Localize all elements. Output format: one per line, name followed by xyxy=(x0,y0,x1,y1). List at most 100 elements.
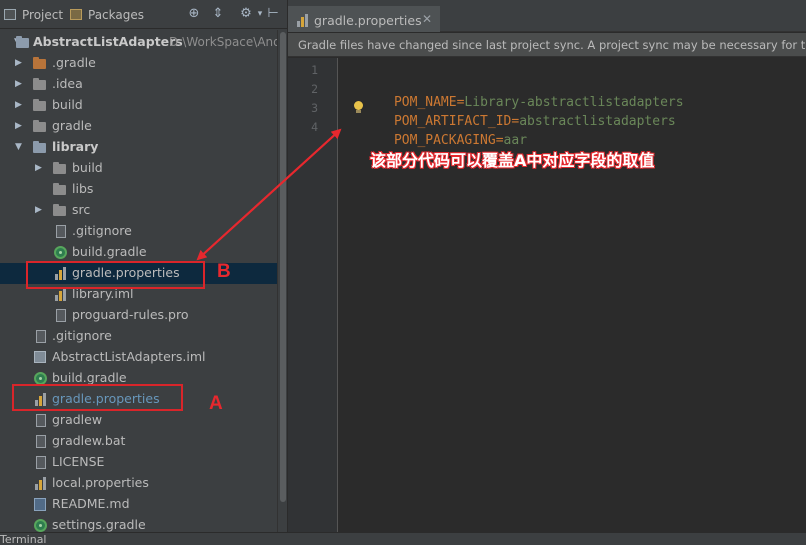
target-icon[interactable]: ⊕ xyxy=(187,7,201,21)
sync-notification-bar: Gradle files have changed since last pro… xyxy=(288,33,806,57)
text-file-icon xyxy=(36,330,46,343)
tree-item-label: .gitignore xyxy=(72,223,132,238)
editor-tab-bar: gradle.properties ✕ xyxy=(288,0,806,32)
collapsed-arrow-icon[interactable]: ▶ xyxy=(14,80,23,89)
tree-row[interactable]: ▼ library xyxy=(0,137,277,158)
packages-view-label: Packages xyxy=(88,7,144,22)
tree-row[interactable]: gradlew xyxy=(0,410,277,431)
tree-row[interactable]: LICENSE xyxy=(0,452,277,473)
tree-item-label: gradle xyxy=(52,118,92,133)
project-view-tab[interactable]: Project xyxy=(4,0,64,28)
line-number: 2 xyxy=(311,82,318,96)
tree-item-label: build xyxy=(72,160,103,175)
close-icon[interactable]: ✕ xyxy=(422,12,432,26)
tree-row[interactable]: AbstractListAdapters.iml xyxy=(0,347,277,368)
line-number: 1 xyxy=(311,63,318,77)
highlight-box-a xyxy=(12,384,183,411)
properties-file-icon xyxy=(35,477,47,490)
properties-file-icon xyxy=(55,288,67,301)
module-folder-icon xyxy=(33,141,46,153)
folder-orange-icon xyxy=(33,57,46,69)
text-file-icon xyxy=(56,225,66,238)
markdown-file-icon xyxy=(34,498,46,511)
tree-row[interactable]: ▶ gradle xyxy=(0,116,277,137)
project-toolbar: Project Packages ⊕ ⇕ ⚙ ▾ ⊢ xyxy=(0,0,287,29)
tree-root-row[interactable]: ▼ AbstractListAdapters D:\WorkSpace\Andr xyxy=(0,32,277,53)
folder-icon xyxy=(53,204,66,216)
packages-view-tab[interactable]: Packages xyxy=(70,0,144,28)
annotation-note: 该部分代码可以覆盖A中对应字段的取值 xyxy=(370,151,655,170)
folder-icon xyxy=(33,78,46,90)
line-number: 3 xyxy=(311,101,318,115)
property-value: aar xyxy=(503,133,528,148)
tree-item-label: AbstractListAdapters.iml xyxy=(52,349,206,364)
tree-row[interactable]: README.md xyxy=(0,494,277,515)
tree-item-label: .idea xyxy=(52,76,83,91)
tree-row[interactable]: .gitignore xyxy=(0,221,277,242)
tree-row[interactable]: gradlew.bat xyxy=(0,431,277,452)
project-scrollbar-thumb[interactable] xyxy=(280,32,286,502)
tree-row[interactable]: libs xyxy=(0,179,277,200)
highlight-box-b xyxy=(26,261,205,289)
editor-tab[interactable]: gradle.properties ✕ xyxy=(288,6,440,32)
collapse-icon[interactable]: ⇕ xyxy=(211,7,225,21)
tree-row[interactable]: build.gradle xyxy=(0,242,277,263)
tree-item-label: .gitignore xyxy=(52,328,112,343)
terminal-tab[interactable]: Terminal xyxy=(0,533,47,545)
lightbulb-icon[interactable] xyxy=(353,101,364,114)
collapsed-arrow-icon[interactable]: ▶ xyxy=(34,206,43,215)
text-file-icon xyxy=(56,309,66,322)
tree-row[interactable]: local.properties xyxy=(0,473,277,494)
tree-item-label: proguard-rules.pro xyxy=(72,307,189,322)
line-number: 4 xyxy=(311,120,318,134)
folder-icon xyxy=(53,183,66,195)
gradle-icon xyxy=(54,246,67,259)
folder-icon xyxy=(53,162,66,174)
collapsed-arrow-icon[interactable]: ▶ xyxy=(34,164,43,173)
property-key: POM_PACKAGING= xyxy=(393,133,504,148)
gear-icon[interactable]: ⚙ xyxy=(239,7,253,21)
tree-item-label: gradlew.bat xyxy=(52,433,126,448)
tree-row[interactable]: ▶ build xyxy=(0,95,277,116)
module-folder-icon xyxy=(16,36,29,48)
tree-item-label: LICENSE xyxy=(52,454,105,469)
collapsed-arrow-icon[interactable]: ▶ xyxy=(14,101,23,110)
expanded-arrow-icon[interactable]: ▼ xyxy=(14,143,23,152)
folder-icon xyxy=(33,99,46,111)
folder-icon xyxy=(33,120,46,132)
tree-row[interactable]: .gitignore xyxy=(0,326,277,347)
root-project-name: AbstractListAdapters xyxy=(33,34,183,49)
editor-tab-label: gradle.properties xyxy=(314,13,422,28)
tree-row[interactable]: ▶ src xyxy=(0,200,277,221)
bottom-tool-bar: Terminal xyxy=(0,532,806,545)
ide-window: Project Packages ⊕ ⇕ ⚙ ▾ ⊢ ▼ AbstractLis… xyxy=(0,0,806,545)
tree-item-label: local.properties xyxy=(52,475,149,490)
tree-item-label: build.gradle xyxy=(72,244,147,259)
tree-row[interactable]: ▶ .idea xyxy=(0,74,277,95)
tree-item-label: settings.gradle xyxy=(52,517,146,532)
text-file-icon xyxy=(36,414,46,427)
packages-icon xyxy=(70,9,82,20)
dropdown-icon[interactable]: ▾ xyxy=(253,7,267,21)
text-file-icon xyxy=(36,435,46,448)
tree-row[interactable]: proguard-rules.pro xyxy=(0,305,277,326)
tree-row[interactable]: ▶ build xyxy=(0,158,277,179)
annotation-label-a: A xyxy=(209,393,223,414)
collapsed-arrow-icon[interactable]: ▶ xyxy=(14,122,23,131)
code-editor[interactable]: POM_NAME=Library-abstractlistadapters PO… xyxy=(339,58,806,532)
text-file-icon xyxy=(36,456,46,469)
project-scrollbar[interactable] xyxy=(277,30,287,532)
tree-row[interactable]: ▶ .gradle xyxy=(0,53,277,74)
annotation-label-b: B xyxy=(217,261,231,282)
gradle-icon xyxy=(34,519,47,532)
project-view-label: Project xyxy=(22,7,64,22)
project-icon xyxy=(4,9,16,20)
split-icon[interactable]: ⊢ xyxy=(266,7,280,21)
tree-item-label: src xyxy=(72,202,91,217)
properties-file-icon xyxy=(297,14,309,27)
line-number-gutter: 1 2 3 4 xyxy=(288,58,338,532)
tree-item-label: .gradle xyxy=(52,55,96,70)
tree-row[interactable]: settings.gradle xyxy=(0,515,277,532)
collapsed-arrow-icon[interactable]: ▶ xyxy=(14,59,23,68)
tree-item-label: gradlew xyxy=(52,412,103,427)
